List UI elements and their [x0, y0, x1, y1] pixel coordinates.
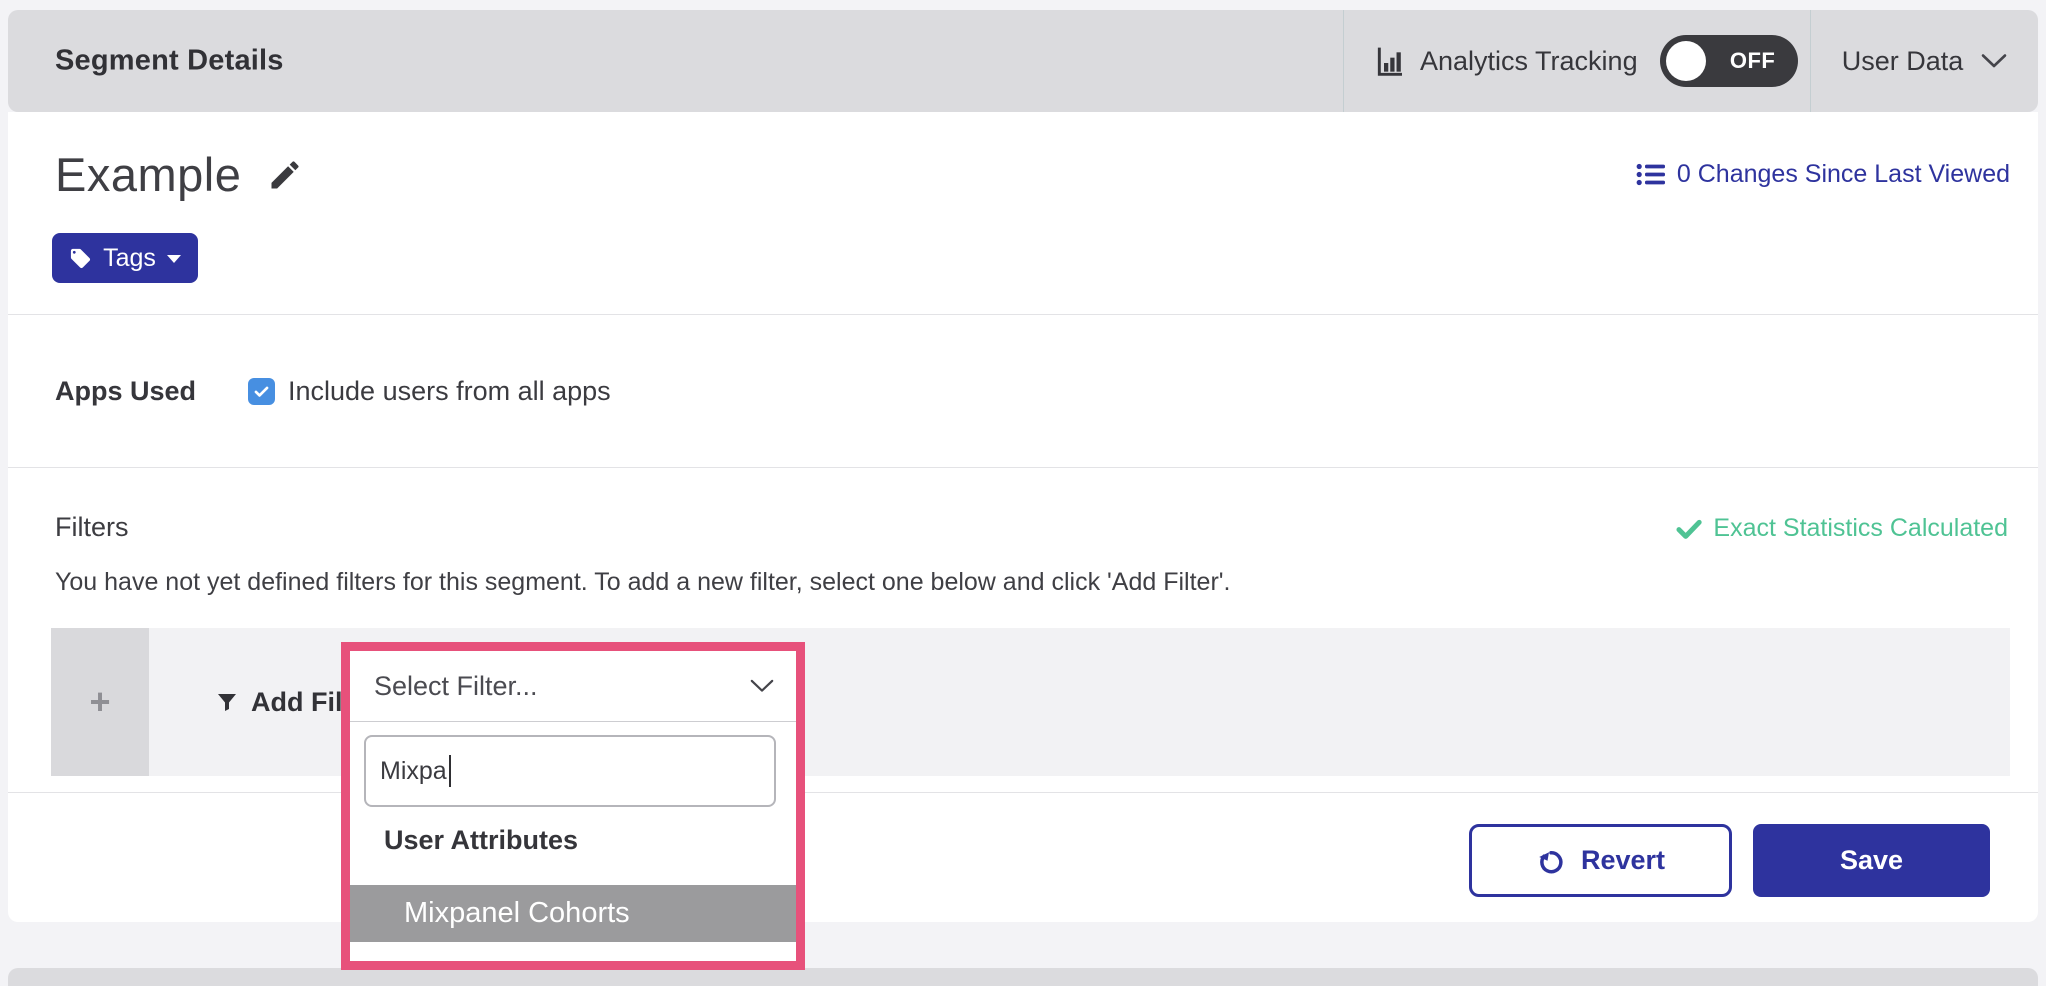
analytics-tracking-label: Analytics Tracking	[1420, 46, 1638, 77]
add-filter-plus-button[interactable]: +	[51, 628, 149, 776]
revert-button-label: Revert	[1581, 845, 1665, 876]
revert-button[interactable]: Revert	[1469, 824, 1732, 897]
apps-used-section: Apps Used Include users from all apps	[8, 315, 2038, 468]
analytics-tracking-toggle[interactable]: OFF	[1660, 35, 1798, 87]
tag-icon	[69, 247, 92, 270]
filter-dropdown-annotation: Select Filter... Mixpa User Attributes M…	[341, 642, 805, 970]
dropdown-group-header: User Attributes	[384, 825, 578, 856]
filters-section: Filters Exact Statistics Calculated You …	[8, 468, 2038, 793]
analytics-tracking-section: Analytics Tracking OFF	[1343, 10, 1810, 112]
user-data-dropdown[interactable]: User Data	[1810, 10, 2038, 112]
filters-heading: Filters	[55, 512, 129, 543]
undo-icon	[1536, 846, 1566, 876]
text-cursor	[449, 755, 451, 787]
chevron-down-icon	[750, 679, 774, 694]
dropdown-option-mixpanel-cohorts[interactable]: Mixpanel Cohorts	[350, 885, 796, 942]
toggle-state-label: OFF	[1714, 35, 1792, 87]
filter-select-value: Select Filter...	[374, 671, 538, 702]
segment-name: Example	[55, 146, 241, 204]
bottom-section-bar	[8, 968, 2038, 986]
check-icon	[1675, 515, 1702, 542]
filter-search-value: Mixpa	[380, 757, 447, 786]
chevron-down-icon	[1981, 53, 2007, 69]
user-data-label: User Data	[1842, 46, 1964, 77]
include-all-apps-checkbox[interactable]	[248, 378, 275, 405]
apps-used-label: Apps Used	[55, 376, 248, 407]
tags-button[interactable]: Tags	[52, 233, 198, 283]
filter-search-input[interactable]: Mixpa	[364, 735, 776, 807]
toggle-knob	[1666, 41, 1706, 81]
segment-card: Example Tags	[8, 112, 2038, 922]
exact-statistics-status: Exact Statistics Calculated	[1675, 514, 2008, 543]
changes-link-label: 0 Changes Since Last Viewed	[1677, 160, 2010, 189]
card-footer: Revert Save	[8, 792, 2038, 923]
edit-name-button[interactable]	[267, 157, 303, 193]
check-icon	[252, 382, 271, 401]
segment-details-page: Segment Details Analytics Tracking OFF U…	[0, 0, 2046, 986]
page-title: Segment Details	[55, 45, 284, 78]
top-bar: Segment Details Analytics Tracking OFF U…	[8, 10, 2038, 112]
segment-header-section: Example Tags	[8, 112, 2038, 315]
save-button[interactable]: Save	[1753, 824, 1990, 897]
list-icon	[1636, 162, 1666, 187]
bar-chart-icon	[1374, 45, 1406, 77]
no-filters-message: You have not yet defined filters for thi…	[55, 568, 1231, 597]
include-all-apps-label: Include users from all apps	[288, 376, 611, 407]
segment-name-row: Example	[55, 146, 303, 204]
caret-down-icon	[167, 255, 181, 263]
pencil-icon	[267, 157, 303, 193]
filter-select[interactable]: Select Filter...	[350, 651, 796, 722]
filter-dropdown-panel: Mixpa User Attributes Mixpanel Cohorts	[350, 722, 796, 961]
funnel-icon	[215, 690, 239, 714]
tags-button-label: Tags	[103, 244, 156, 273]
changes-since-last-viewed-link[interactable]: 0 Changes Since Last Viewed	[1636, 160, 2010, 189]
exact-statistics-label: Exact Statistics Calculated	[1713, 514, 2008, 543]
